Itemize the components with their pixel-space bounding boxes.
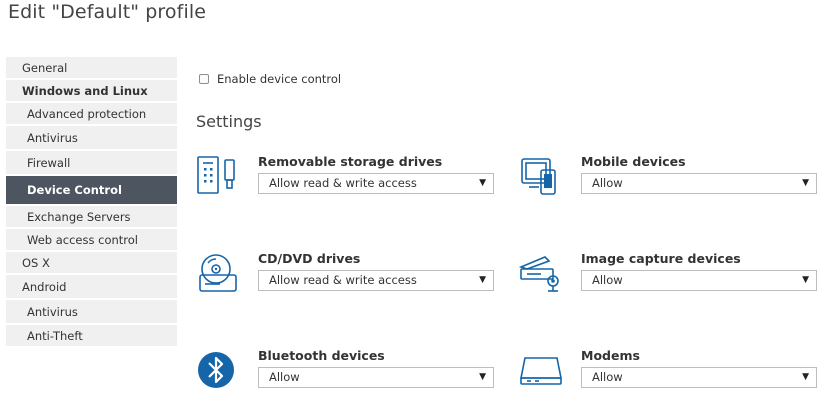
sidebar-item-android-antivirus[interactable]: Antivirus bbox=[6, 300, 177, 325]
mobile-devices-icon bbox=[521, 158, 556, 195]
device-cd-dvd: CD/DVD drives Allow read & write access … bbox=[196, 251, 496, 311]
enable-device-control-label[interactable]: Enable device control bbox=[217, 72, 341, 86]
device-mobile: Mobile devices Allow ▼ bbox=[519, 154, 819, 214]
cd-dvd-select[interactable]: Allow read & write access ▼ bbox=[258, 270, 494, 291]
sidebar-item-anti-theft[interactable]: Anti-Theft bbox=[6, 325, 177, 348]
mobile-devices-label: Mobile devices bbox=[581, 154, 686, 169]
cd-dvd-label: CD/DVD drives bbox=[258, 251, 361, 266]
profile-sections-nav: General Windows and Linux Advanced prote… bbox=[6, 57, 177, 348]
mobile-devices-select-value: Allow bbox=[592, 176, 623, 190]
mobile-devices-select[interactable]: Allow ▼ bbox=[581, 173, 817, 194]
sidebar-item-os-x[interactable]: OS X bbox=[6, 252, 177, 275]
removable-storage-label: Removable storage drives bbox=[258, 154, 443, 169]
image-capture-select[interactable]: Allow ▼ bbox=[581, 270, 817, 291]
settings-heading: Settings bbox=[196, 112, 262, 131]
image-capture-select-value: Allow bbox=[592, 273, 623, 287]
enable-device-control-row[interactable]: Enable device control bbox=[199, 72, 341, 86]
sidebar-item-android[interactable]: Android bbox=[6, 275, 177, 300]
removable-storage-select[interactable]: Allow read & write access ▼ bbox=[258, 173, 494, 194]
modems-select-value: Allow bbox=[592, 370, 623, 384]
sidebar-item-antivirus[interactable]: Antivirus bbox=[6, 126, 177, 151]
bluetooth-label: Bluetooth devices bbox=[258, 348, 385, 363]
sidebar-item-firewall[interactable]: Firewall bbox=[6, 151, 177, 176]
chevron-down-icon: ▼ bbox=[479, 275, 486, 285]
bluetooth-select[interactable]: Allow ▼ bbox=[258, 367, 494, 388]
chevron-down-icon: ▼ bbox=[802, 372, 809, 382]
modems-select[interactable]: Allow ▼ bbox=[581, 367, 817, 388]
device-image-capture: Image capture devices Allow ▼ bbox=[519, 251, 819, 311]
sidebar-item-exchange-servers[interactable]: Exchange Servers bbox=[6, 206, 177, 229]
chevron-down-icon: ▼ bbox=[479, 178, 486, 188]
sidebar-item-windows-and-linux[interactable]: Windows and Linux bbox=[6, 80, 177, 103]
sidebar-item-device-control[interactable]: Device Control bbox=[6, 176, 177, 206]
image-capture-label: Image capture devices bbox=[581, 251, 741, 266]
chevron-down-icon: ▼ bbox=[802, 178, 809, 188]
device-bluetooth: Bluetooth devices Allow ▼ bbox=[196, 348, 496, 403]
chevron-down-icon: ▼ bbox=[479, 372, 486, 382]
usb-drive-icon bbox=[197, 156, 235, 194]
cd-dvd-icon bbox=[199, 254, 237, 292]
bluetooth-select-value: Allow bbox=[269, 370, 300, 384]
page-title: Edit "Default" profile bbox=[8, 1, 206, 23]
device-modems: Modems Allow ▼ bbox=[519, 348, 819, 403]
chevron-down-icon: ▼ bbox=[802, 275, 809, 285]
sidebar-item-advanced-protection[interactable]: Advanced protection bbox=[6, 103, 177, 126]
device-removable-storage: Removable storage drives Allow read & wr… bbox=[196, 154, 496, 214]
modem-icon bbox=[520, 357, 562, 385]
bluetooth-icon bbox=[198, 352, 234, 388]
scanner-camera-icon bbox=[519, 256, 559, 292]
sidebar-item-web-access-control[interactable]: Web access control bbox=[6, 229, 177, 252]
cd-dvd-select-value: Allow read & write access bbox=[269, 273, 417, 287]
enable-device-control-checkbox[interactable] bbox=[199, 74, 209, 84]
removable-storage-select-value: Allow read & write access bbox=[269, 176, 417, 190]
modems-label: Modems bbox=[581, 348, 640, 363]
sidebar-item-general[interactable]: General bbox=[6, 57, 177, 80]
